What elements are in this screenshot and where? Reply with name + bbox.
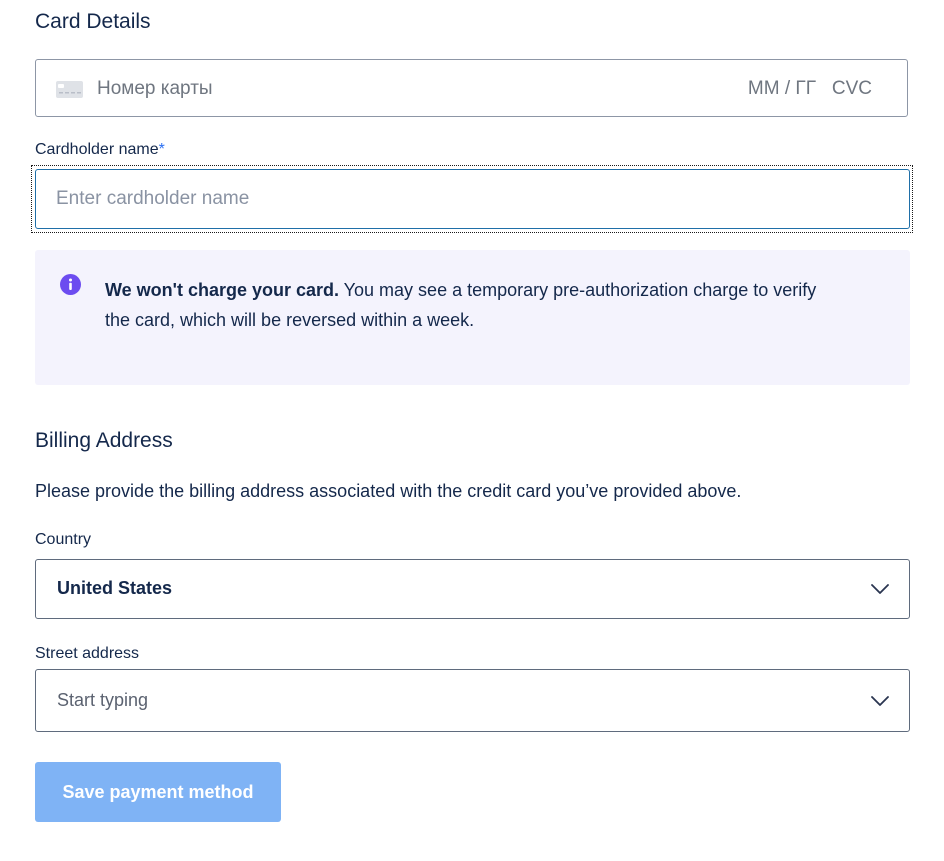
street-address-label: Street address [35,645,140,662]
country-selected-value: United States [57,578,173,598]
country-select[interactable]: United States [35,559,910,619]
card-number-placeholder[interactable]: Номер карты [97,78,213,100]
cardholder-name-input[interactable] [35,169,910,229]
card-icon [56,81,83,98]
chevron-down-icon [871,696,889,706]
street-address-select[interactable]: Start typing [35,669,910,732]
preauth-notice: We won't charge your card. You may see a… [35,250,910,385]
cardholder-name-label-text: Cardholder name [35,141,159,158]
country-label: Country [35,531,92,548]
notice-bold-text: We won't charge your card. [105,280,339,300]
notice-text: We won't charge your card. You may see a… [105,275,845,335]
street-address-placeholder: Start typing [57,690,149,710]
cardholder-name-label: Cardholder name* [35,141,165,159]
payment-form: Card Details Номер карты ММ / ГГ CVC Car… [0,0,944,861]
required-marker: * [158,141,165,158]
card-expiry-placeholder[interactable]: ММ / ГГ [748,78,816,100]
chevron-down-icon [871,584,889,594]
card-number-field[interactable]: Номер карты ММ / ГГ CVC [35,59,908,117]
card-details-title: Card Details [35,10,151,33]
billing-description: Please provide the billing address assoc… [35,481,742,501]
card-cvc-placeholder[interactable]: CVC [832,78,872,100]
save-payment-method-button[interactable]: Save payment method [35,762,281,822]
billing-address-title: Billing Address [35,429,173,452]
info-icon [60,274,81,295]
